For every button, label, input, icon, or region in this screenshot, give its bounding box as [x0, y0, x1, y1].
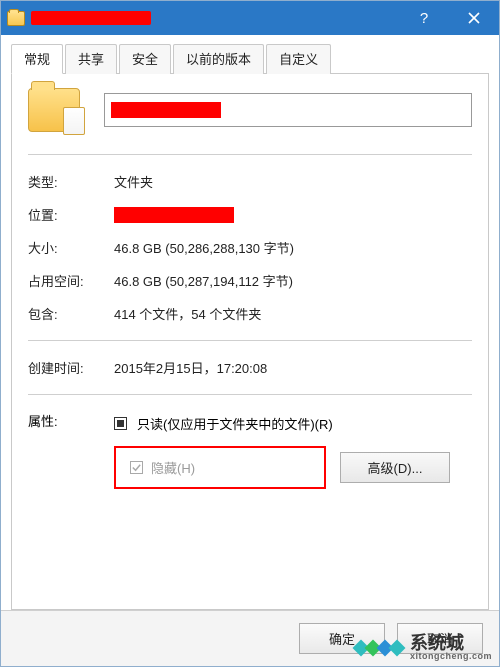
- size-value: 46.8 GB (50,286,288,130 字节): [114, 238, 294, 257]
- location-value-redacted: [114, 207, 234, 223]
- size-on-disk-value: 46.8 GB (50,287,194,112 字节): [114, 271, 293, 290]
- size-on-disk-label: 占用空间:: [28, 271, 114, 290]
- check-icon: [131, 462, 142, 473]
- close-icon: [468, 12, 480, 24]
- row-created: 创建时间: 2015年2月15日，17:20:08: [28, 351, 472, 384]
- readonly-checkbox[interactable]: [114, 417, 127, 430]
- created-label: 创建时间:: [28, 358, 114, 377]
- folder-name-redacted: [111, 102, 221, 118]
- general-panel: 类型: 文件夹 位置: 大小: 46.8 GB (50,286,288,130 …: [11, 74, 489, 610]
- hidden-checkbox[interactable]: [130, 461, 143, 474]
- row-size-on-disk: 占用空间: 46.8 GB (50,287,194,112 字节): [28, 264, 472, 297]
- hidden-label: 隐藏(H): [151, 458, 195, 477]
- type-label: 类型:: [28, 172, 114, 191]
- type-value: 文件夹: [114, 172, 153, 191]
- help-button[interactable]: ?: [399, 1, 449, 35]
- contains-label: 包含:: [28, 304, 114, 323]
- hidden-attribute-highlight: 隐藏(H): [114, 446, 326, 489]
- tab-general[interactable]: 常规: [11, 44, 63, 74]
- tab-strip: 常规 共享 安全 以前的版本 自定义: [11, 43, 489, 74]
- tabs-region: 常规 共享 安全 以前的版本 自定义: [1, 35, 499, 74]
- tab-security[interactable]: 安全: [119, 44, 171, 74]
- size-label: 大小:: [28, 238, 114, 257]
- folder-name-input[interactable]: [104, 93, 472, 127]
- folder-icon: [7, 11, 25, 26]
- row-location: 位置:: [28, 198, 472, 231]
- folder-large-icon: [28, 88, 80, 132]
- advanced-button[interactable]: 高级(D)...: [340, 452, 450, 483]
- tab-sharing[interactable]: 共享: [65, 44, 117, 74]
- row-contains: 包含: 414 个文件，54 个文件夹: [28, 297, 472, 330]
- readonly-label: 只读(仅应用于文件夹中的文件)(R): [137, 414, 333, 433]
- tab-customize[interactable]: 自定义: [266, 44, 331, 74]
- separator: [28, 394, 472, 395]
- properties-dialog: ? 常规 共享 安全 以前的版本 自定义 类型: 文件夹: [0, 0, 500, 667]
- attributes-label: 属性:: [28, 411, 114, 430]
- ok-button[interactable]: 确定: [299, 623, 385, 654]
- window-title-redacted: [31, 11, 151, 25]
- tab-previous-versions[interactable]: 以前的版本: [173, 44, 264, 74]
- separator: [28, 340, 472, 341]
- dialog-footer: 确定 取消: [1, 610, 499, 666]
- close-button[interactable]: [449, 1, 499, 35]
- row-type: 类型: 文件夹: [28, 165, 472, 198]
- cancel-button[interactable]: 取消: [397, 623, 483, 654]
- location-label: 位置:: [28, 205, 114, 224]
- created-value: 2015年2月15日，17:20:08: [114, 358, 267, 377]
- contains-value: 414 个文件，54 个文件夹: [114, 304, 261, 323]
- separator: [28, 154, 472, 155]
- row-size: 大小: 46.8 GB (50,286,288,130 字节): [28, 231, 472, 264]
- titlebar: ?: [1, 1, 499, 35]
